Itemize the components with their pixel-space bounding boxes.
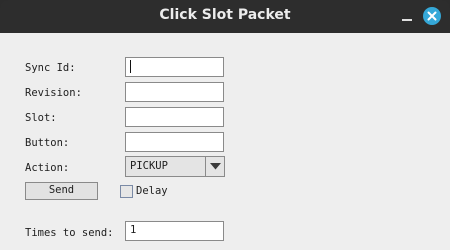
button-input[interactable] <box>125 132 224 152</box>
sync-id-label: Sync Id: <box>25 62 76 74</box>
title-bar: Click Slot Packet <box>0 0 450 33</box>
slot-input[interactable] <box>125 107 224 127</box>
times-to-send-input[interactable]: 1 <box>125 221 224 241</box>
text-caret <box>130 60 131 73</box>
action-select[interactable]: PICKUP <box>125 156 225 177</box>
send-button[interactable]: Send <box>25 182 98 200</box>
action-selected-value: PICKUP <box>130 160 168 172</box>
sync-id-input[interactable] <box>125 57 224 77</box>
window-title: Click Slot Packet <box>159 7 291 23</box>
form-panel: Sync Id: Revision: Slot: Button: Action:… <box>0 33 450 250</box>
chevron-down-icon[interactable] <box>205 157 224 176</box>
action-label: Action: <box>25 162 70 174</box>
revision-input[interactable] <box>125 82 224 102</box>
times-to-send-label: Times to send: <box>25 227 114 239</box>
slot-label: Slot: <box>25 112 57 124</box>
button-label: Button: <box>25 137 70 149</box>
revision-label: Revision: <box>25 87 82 99</box>
delay-label: Delay <box>136 185 168 197</box>
minimize-icon[interactable] <box>398 7 416 25</box>
close-icon[interactable] <box>423 7 441 25</box>
delay-checkbox[interactable] <box>120 185 133 198</box>
